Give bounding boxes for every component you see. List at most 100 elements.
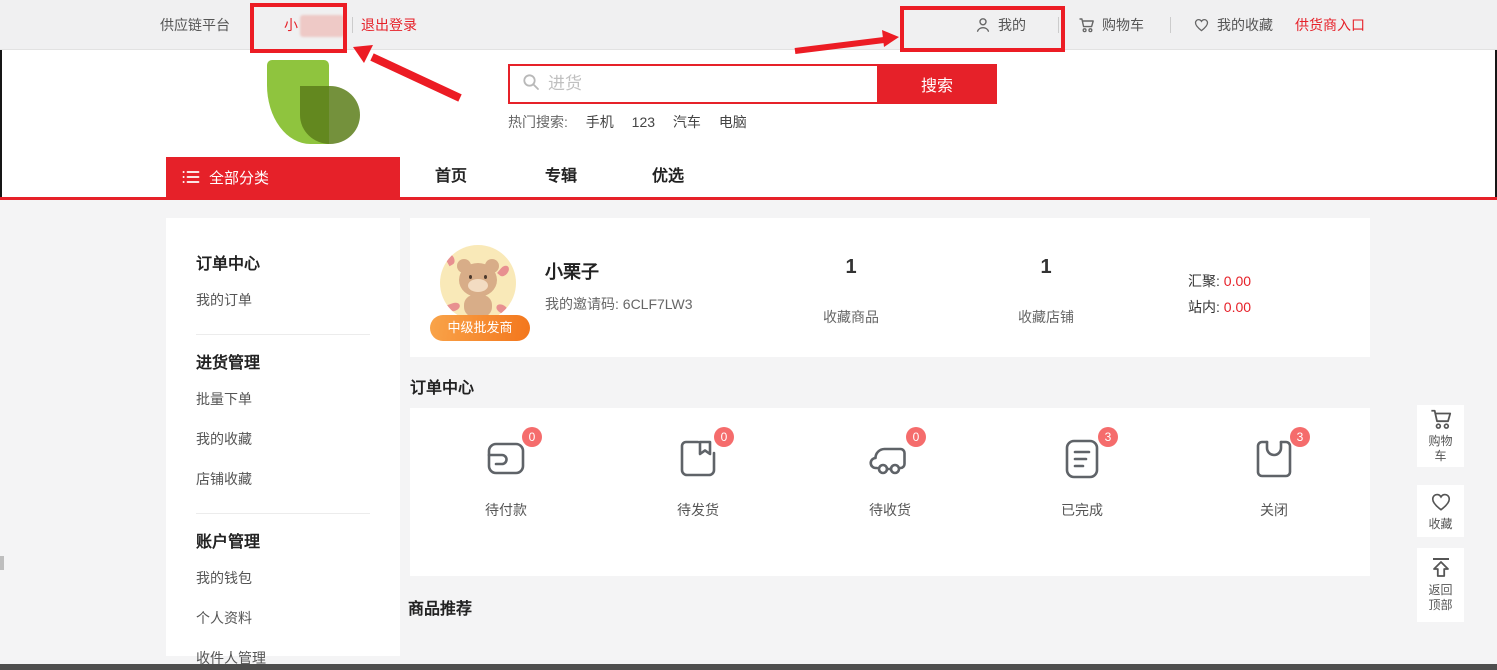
hot-keyword[interactable]: 电脑 xyxy=(719,114,747,130)
order-item-label: 待收货 xyxy=(869,500,911,520)
count-badge: 3 xyxy=(1098,427,1118,447)
my-account-link[interactable]: 我的 xyxy=(975,0,1026,50)
balance-row: 汇聚: 0.00 xyxy=(1188,268,1251,294)
balance-label: 站内: xyxy=(1188,299,1220,315)
level-badge: 中级批发商 xyxy=(430,315,530,341)
order-item-pending-shipment[interactable]: 0 待发货 xyxy=(602,408,794,576)
divider xyxy=(1170,17,1171,33)
sidebar-group-title: 账户管理 xyxy=(196,528,400,552)
platform-link[interactable]: 供应链平台 xyxy=(160,0,230,50)
stat-label: 收藏店铺 xyxy=(976,307,1116,327)
search-icon xyxy=(522,73,540,96)
search-bar: 搜索 xyxy=(508,64,997,104)
stat-favorite-products[interactable]: 1 收藏商品 xyxy=(781,256,921,327)
float-cart-button[interactable]: 购物车 xyxy=(1417,405,1464,467)
bear-body xyxy=(464,295,492,317)
back-to-top-label: 返回顶部 xyxy=(1428,583,1454,613)
heart-icon xyxy=(1193,3,1210,53)
sidebar-item-bulk-order[interactable]: 批量下单 xyxy=(196,379,400,419)
profile-card: 中级批发商 小栗子 我的邀请码: 6CLF7LW3 1 收藏商品 1 收藏店铺 … xyxy=(410,218,1370,357)
stat-favorite-shops[interactable]: 1 收藏店铺 xyxy=(976,256,1116,327)
logo-shape-dark xyxy=(300,86,360,144)
search-button[interactable]: 搜索 xyxy=(877,64,997,104)
count-badge: 0 xyxy=(522,427,542,447)
search-input[interactable] xyxy=(548,74,848,94)
invite-code-label: 我的邀请码: xyxy=(545,296,619,312)
user-icon xyxy=(975,3,991,53)
sidebar-item-my-orders[interactable]: 我的订单 xyxy=(196,280,400,320)
cart-link[interactable]: 购物车 xyxy=(1078,0,1144,50)
heart-icon xyxy=(1429,491,1453,513)
hot-keyword[interactable]: 手机 xyxy=(586,114,614,130)
cart-icon xyxy=(1429,408,1453,430)
order-status-card: 0 待付款 0 待发货 0 待收货 3 已完成 xyxy=(410,408,1370,576)
avatar-decoration xyxy=(497,264,511,278)
order-item-closed[interactable]: 3 关闭 xyxy=(1178,408,1370,576)
cart-label: 购物车 xyxy=(1102,17,1144,33)
username-text: 小 xyxy=(284,17,298,33)
cart-icon xyxy=(1078,3,1095,53)
sidebar-item-my-favorites[interactable]: 我的收藏 xyxy=(196,419,400,459)
order-item-label: 已完成 xyxy=(1061,500,1103,520)
order-item-completed[interactable]: 3 已完成 xyxy=(986,408,1178,576)
hot-keyword[interactable]: 123 xyxy=(632,114,655,130)
balance-value: 0.00 xyxy=(1224,273,1251,289)
clipped-edge-artifact xyxy=(0,556,4,570)
order-item-label: 待付款 xyxy=(485,500,527,520)
all-categories-button[interactable]: 全部分类 xyxy=(166,157,400,197)
order-item-pending-payment[interactable]: 0 待付款 xyxy=(410,408,602,576)
stat-value: 1 xyxy=(976,256,1116,279)
count-badge: 0 xyxy=(906,427,926,447)
tab-albums[interactable]: 专辑 xyxy=(545,157,577,197)
divider xyxy=(196,334,370,335)
sidebar-group-title: 订单中心 xyxy=(196,250,400,274)
recommend-title: 商品推荐 xyxy=(408,595,472,619)
hot-search-label: 热门搜索: xyxy=(508,114,568,130)
count-badge: 3 xyxy=(1290,427,1310,447)
avatar xyxy=(440,245,516,321)
supplier-entry-link[interactable]: 供货商入口 xyxy=(1295,0,1365,50)
list-icon xyxy=(182,170,200,184)
back-to-top-icon xyxy=(1429,557,1453,579)
float-cart-label: 购物车 xyxy=(1428,434,1454,464)
order-item-pending-receipt[interactable]: 0 待收货 xyxy=(794,408,986,576)
avatar-decoration xyxy=(495,303,509,316)
order-center-title: 订单中心 xyxy=(410,374,474,398)
order-item-label: 关闭 xyxy=(1260,500,1288,520)
favorites-link[interactable]: 我的收藏 xyxy=(1193,0,1273,50)
float-favorites-button[interactable]: 收藏 xyxy=(1417,485,1464,537)
float-favorites-label: 收藏 xyxy=(1428,517,1454,532)
sidebar-item-shop-favorites[interactable]: 店铺收藏 xyxy=(196,459,400,499)
username-redaction xyxy=(300,15,344,37)
count-badge: 0 xyxy=(714,427,734,447)
profile-name: 小栗子 xyxy=(545,258,599,284)
divider xyxy=(352,17,353,33)
sidebar-item-my-wallet[interactable]: 我的钱包 xyxy=(196,558,400,598)
bear-eye xyxy=(469,275,472,279)
logout-link[interactable]: 退出登录 xyxy=(361,0,417,50)
divider xyxy=(196,513,370,514)
site-logo[interactable] xyxy=(265,58,361,146)
invite-code-row: 我的邀请码: 6CLF7LW3 xyxy=(545,294,693,314)
username-link[interactable]: 小 xyxy=(284,0,344,50)
window-bottom-edge xyxy=(0,664,1497,670)
sidebar-group-title: 进货管理 xyxy=(196,349,400,373)
all-categories-label: 全部分类 xyxy=(209,167,269,188)
my-account-label: 我的 xyxy=(998,17,1026,33)
bear-eye xyxy=(484,275,487,279)
balance-value: 0.00 xyxy=(1224,299,1251,315)
hot-search-row: 热门搜索: 手机 123 汽车 电脑 xyxy=(508,112,747,132)
invite-code-value: 6CLF7LW3 xyxy=(623,296,693,312)
account-sidebar: 订单中心 我的订单 进货管理 批量下单 我的收藏 店铺收藏 账户管理 我的钱包 … xyxy=(166,218,400,656)
favorites-label: 我的收藏 xyxy=(1217,17,1273,33)
search-box xyxy=(508,64,877,104)
back-to-top-button[interactable]: 返回顶部 xyxy=(1417,548,1464,622)
tab-featured[interactable]: 优选 xyxy=(652,157,684,197)
hot-keyword[interactable]: 汽车 xyxy=(673,114,701,130)
page: 供应链平台 小 退出登录 我的 购物车 我的收藏 供货商入口 搜索 热门搜索: … xyxy=(0,0,1497,670)
bear-muzzle xyxy=(468,279,488,292)
sidebar-item-personal-profile[interactable]: 个人资料 xyxy=(196,598,400,638)
balance-block: 汇聚: 0.00 站内: 0.00 xyxy=(1188,268,1251,320)
tab-home[interactable]: 首页 xyxy=(435,157,467,197)
balance-row: 站内: 0.00 xyxy=(1188,294,1251,320)
